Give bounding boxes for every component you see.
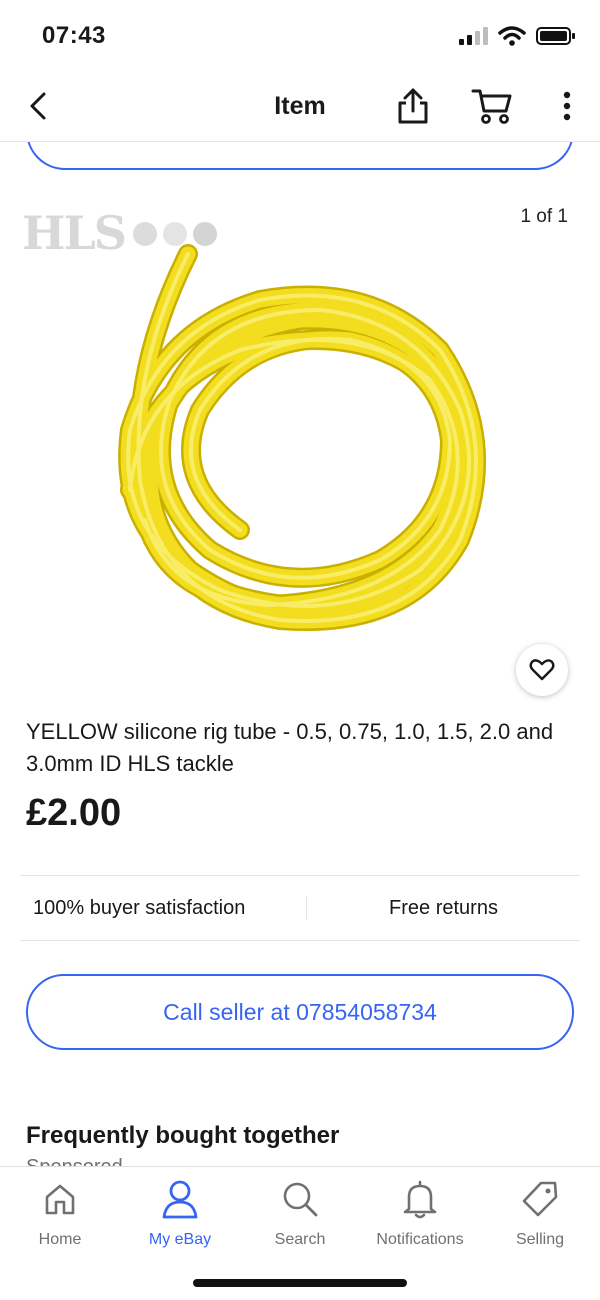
tab-search[interactable]: Search: [240, 1177, 360, 1253]
free-returns: Free returns: [389, 896, 498, 919]
tab-notifications[interactable]: Notifications: [360, 1177, 480, 1253]
heart-icon: [529, 659, 555, 681]
tab-my-ebay[interactable]: My eBay: [120, 1177, 240, 1253]
search-icon: [283, 1182, 318, 1217]
share-button[interactable]: [393, 85, 433, 127]
status-icons: [458, 26, 576, 51]
share-icon: [398, 88, 428, 124]
bell-icon: [403, 1180, 437, 1219]
cart-icon: [471, 89, 512, 124]
tab-selling[interactable]: Selling: [480, 1177, 600, 1253]
battery-icon: [536, 26, 576, 51]
user-icon: [162, 1180, 198, 1219]
item-price: £2.00: [26, 792, 122, 834]
tab-label: Notifications: [376, 1231, 464, 1248]
more-options-button[interactable]: [552, 88, 582, 124]
status-time: 07:43: [42, 22, 106, 49]
add-to-watchlist-button[interactable]: [516, 644, 568, 696]
nav-bar: Item: [0, 70, 600, 142]
cellular-signal-icon: [458, 26, 488, 51]
product-image: [118, 244, 486, 631]
cart-button[interactable]: [470, 86, 514, 126]
wifi-icon: [498, 26, 526, 51]
image-counter: 1 of 1: [520, 206, 568, 227]
home-indicator[interactable]: [193, 1279, 407, 1287]
home-icon: [45, 1184, 75, 1215]
tab-bar: Home My eBay Search Notifications Sellin…: [0, 1166, 600, 1300]
feature-row: 100% buyer satisfaction Free returns: [20, 875, 580, 941]
item-title: YELLOW silicone rig tube - 0.5, 0.75, 1.…: [26, 719, 554, 776]
section-title: Frequently bought together: [26, 1122, 340, 1149]
status-bar: 07:43: [0, 0, 600, 70]
buyer-satisfaction: 100% buyer satisfaction: [33, 896, 246, 919]
tab-label: Home: [38, 1231, 82, 1248]
call-seller-button[interactable]: Call seller at 07854058734: [26, 974, 574, 1050]
tag-icon: [522, 1181, 558, 1217]
item-screen: 07:43 Item HLS 1 of 1 YELLOW silicone ri…: [0, 0, 600, 1300]
tab-home[interactable]: Home: [0, 1177, 120, 1253]
more-vertical-icon: [563, 91, 571, 121]
tab-label: Search: [274, 1231, 326, 1248]
tab-label: Selling: [515, 1231, 565, 1248]
tab-label: My eBay: [148, 1231, 212, 1248]
image-gallery[interactable]: HLS 1 of 1: [0, 190, 600, 710]
